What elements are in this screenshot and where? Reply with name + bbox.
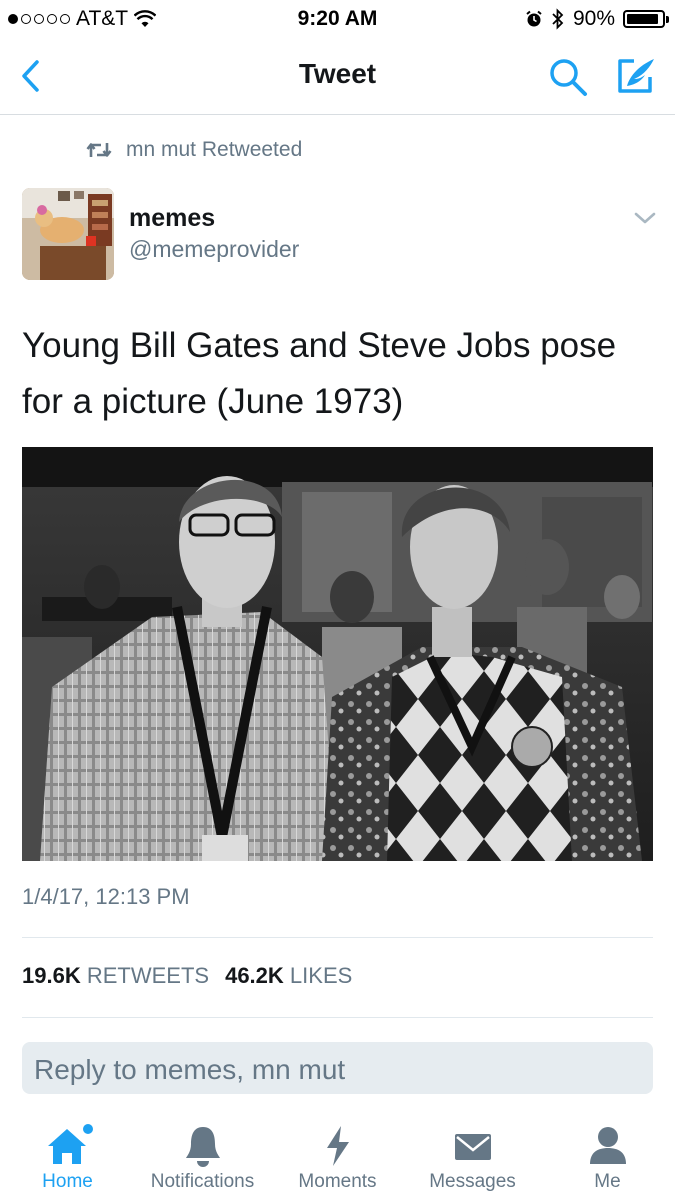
retweets-count: 19.6K — [22, 963, 81, 988]
divider — [22, 1017, 653, 1018]
photo-image — [22, 447, 653, 861]
battery-percent: 90% — [572, 7, 615, 30]
compose-tweet-button[interactable] — [612, 53, 658, 99]
tab-messages[interactable]: Messages — [405, 1108, 540, 1200]
avatar[interactable] — [22, 188, 114, 280]
tab-me[interactable]: Me — [540, 1108, 675, 1200]
tweet-photo[interactable] — [22, 447, 653, 861]
tweet-options-button[interactable] — [632, 208, 658, 228]
battery-level — [627, 14, 658, 24]
divider — [22, 937, 653, 938]
likes-count: 46.2K — [225, 963, 284, 988]
tweet-timestamp: 1/4/17, 12:13 PM — [22, 884, 190, 909]
search-icon — [550, 59, 587, 96]
likes-label: LIKES — [289, 963, 353, 988]
tab-me-label: Me — [594, 1171, 621, 1192]
bell-icon — [185, 1127, 220, 1167]
tab-messages-label: Messages — [429, 1171, 516, 1192]
retweet-context-text: mn mut Retweeted — [126, 138, 303, 161]
tab-bar: Home Notifications Moments Messages Me — [0, 1108, 675, 1200]
author-handle[interactable]: @memeprovider — [129, 236, 299, 263]
tab-notifications[interactable]: Notifications — [135, 1108, 270, 1200]
bluetooth-icon — [552, 8, 564, 30]
retweet-icon — [86, 143, 112, 157]
home-icon — [47, 1124, 93, 1164]
battery-icon — [623, 10, 669, 28]
navigation-bar: Tweet — [0, 38, 675, 115]
tab-moments-label: Moments — [298, 1171, 377, 1192]
compose-icon — [618, 59, 654, 93]
status-indicators: 90% — [525, 7, 669, 31]
tab-home-label: Home — [42, 1171, 93, 1192]
person-icon — [589, 1127, 626, 1164]
tab-home[interactable]: Home — [0, 1108, 135, 1200]
tab-notifications-label: Notifications — [150, 1171, 255, 1192]
tweet-text: Young Bill Gates and Steve Jobs pose for… — [22, 326, 617, 421]
likes-stat[interactable]: 46.2K LIKES — [225, 963, 352, 989]
chevron-down-icon — [634, 212, 656, 224]
status-bar: AT&T 9:20 AM 90% — [0, 0, 675, 38]
tweet-stats: 19.6K RETWEETS 46.2K LIKES — [22, 963, 352, 989]
retweets-stat[interactable]: 19.6K RETWEETS — [22, 963, 209, 989]
search-button[interactable] — [546, 55, 590, 99]
lightning-icon — [326, 1126, 349, 1166]
envelope-icon — [454, 1134, 491, 1160]
avatar-image — [22, 188, 114, 280]
retweets-label: RETWEETS — [86, 963, 210, 988]
alarm-icon — [526, 10, 542, 27]
retweet-context[interactable]: mn mut Retweeted — [86, 138, 302, 162]
reply-input[interactable]: Reply to memes, mn mut — [22, 1042, 653, 1094]
author-name[interactable]: memes — [129, 204, 215, 233]
tab-moments[interactable]: Moments — [270, 1108, 405, 1200]
